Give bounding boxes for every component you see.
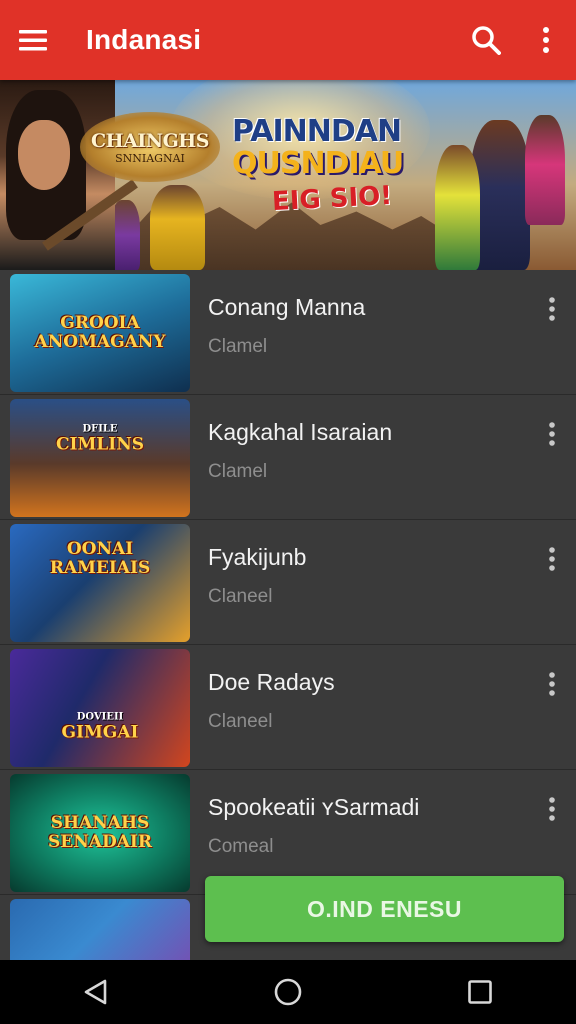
search-button[interactable] bbox=[456, 0, 516, 80]
menu-button[interactable] bbox=[0, 0, 66, 80]
list-item[interactable]: DFILE CIMLINS Kagkahal Isaraian Clamel bbox=[0, 395, 576, 520]
home-button[interactable] bbox=[248, 960, 328, 1024]
item-name: Fyakijunb bbox=[208, 544, 307, 570]
primary-action-button[interactable]: O.IND ENESU bbox=[205, 876, 564, 942]
recents-button[interactable] bbox=[440, 960, 520, 1024]
system-nav-bar bbox=[0, 960, 576, 1024]
app-title: Indanasi bbox=[86, 24, 202, 55]
item-name: Conang Manna bbox=[208, 294, 366, 320]
item-more-button[interactable] bbox=[542, 544, 562, 574]
item-subtitle: Clamel bbox=[208, 336, 268, 357]
list-item[interactable]: DOVIEII GIMGAI Doe Radays Claneel bbox=[0, 645, 576, 770]
banner-headline: PAINNDAN QUSNDIAU EIG SIO! bbox=[232, 114, 432, 218]
banner-player-4 bbox=[150, 185, 205, 270]
banner-logo-line1: CHAINGHS bbox=[91, 129, 209, 152]
item-more-button[interactable] bbox=[542, 794, 562, 824]
more-vertical-icon bbox=[543, 27, 549, 53]
more-vertical-icon bbox=[549, 297, 555, 321]
recents-icon bbox=[468, 980, 492, 1004]
thumbnail-title: CIMLINS bbox=[55, 434, 145, 455]
banner-headline-line2: QUSNDIAU bbox=[232, 146, 404, 181]
item-name: Doe Radays bbox=[208, 669, 335, 695]
item-more-button[interactable] bbox=[542, 419, 562, 449]
item-thumbnail: GROOIA ANOMAGANY bbox=[10, 274, 190, 392]
thumbnail-title: GIMGAI bbox=[61, 722, 139, 743]
more-vertical-icon bbox=[549, 672, 555, 696]
back-icon bbox=[84, 979, 107, 1005]
list-item[interactable]: GROOIA ANOMAGANY Conang Manna Clamel bbox=[0, 270, 576, 395]
back-button[interactable] bbox=[56, 960, 136, 1024]
banner-player-3 bbox=[525, 115, 565, 225]
banner-logo: CHAINGHS SNNIAGNAI bbox=[80, 112, 220, 182]
item-name: Spookeatii ʏSarmadi bbox=[208, 794, 420, 820]
more-vertical-icon bbox=[549, 797, 555, 821]
banner-guitarist bbox=[0, 80, 138, 270]
item-subtitle: Claneel bbox=[208, 586, 273, 607]
item-thumbnail: DOVIEII GIMGAI bbox=[10, 649, 190, 767]
content-list[interactable]: GROOIA ANOMAGANY Conang Manna Clamel DFI… bbox=[0, 270, 576, 960]
banner-player-2 bbox=[435, 145, 480, 270]
banner-headline-line3: EIG SIO! bbox=[271, 180, 393, 218]
item-subtitle: Claneel bbox=[208, 711, 273, 732]
home-icon bbox=[274, 978, 302, 1006]
item-subtitle: Clamel bbox=[208, 461, 268, 482]
thumbnail-title: SHANAHS SENADAIR bbox=[48, 813, 152, 852]
item-more-button[interactable] bbox=[542, 669, 562, 699]
item-thumbnail: OONAI RAMEIAIS bbox=[10, 524, 190, 642]
app-screen: Indanasi CHAINGHS SNNIAGNAI PAINNDAN QUS… bbox=[0, 0, 576, 1024]
promo-banner[interactable]: CHAINGHS SNNIAGNAI PAINNDAN QUSNDIAU EIG… bbox=[0, 80, 576, 270]
banner-headline-line1: PAINNDAN bbox=[232, 114, 402, 149]
item-more-button[interactable] bbox=[542, 294, 562, 324]
thumbnail-title: OONAI RAMEIAIS bbox=[49, 539, 151, 579]
item-thumbnail: SHANAHS SENADAIR bbox=[10, 774, 190, 892]
item-thumbnail: DFILE CIMLINS bbox=[10, 399, 190, 517]
banner-logo-line2: SNNIAGNAI bbox=[115, 151, 185, 165]
search-icon bbox=[472, 26, 501, 55]
item-thumbnail bbox=[10, 899, 190, 960]
list-item[interactable]: OONAI RAMEIAIS Fyakijunb Claneel bbox=[0, 520, 576, 645]
overflow-menu-button[interactable] bbox=[516, 0, 576, 80]
more-vertical-icon bbox=[549, 547, 555, 571]
hamburger-menu-icon bbox=[19, 30, 47, 51]
item-subtitle: Comeal bbox=[208, 836, 274, 857]
more-vertical-icon bbox=[549, 422, 555, 446]
app-bar: Indanasi bbox=[0, 0, 576, 80]
item-name: Kagkahal Isaraian bbox=[208, 419, 393, 445]
thumbnail-title: GROOIA ANOMAGANY bbox=[34, 313, 166, 352]
